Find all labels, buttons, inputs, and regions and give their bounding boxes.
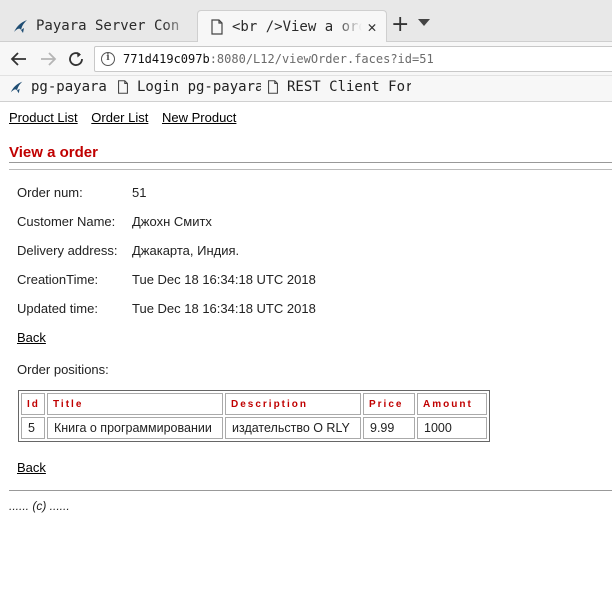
order-positions-label: Order positions: [17, 362, 109, 377]
document-icon [118, 80, 128, 94]
bookmark-login-pg-payara[interactable]: Login pg-payara [115, 79, 261, 95]
back-link[interactable]: Back [17, 330, 46, 345]
column-header-amount: Amount [417, 393, 487, 415]
page-content: Product List Order List New Product View… [0, 102, 612, 595]
bookmark-label: REST Client For [287, 79, 411, 95]
table-row: 5 Книга о программировании издательство … [21, 417, 487, 439]
info-icon[interactable]: i [101, 52, 115, 66]
new-tab-button[interactable]: + [391, 14, 409, 36]
bookmark-label: pg-payara [31, 79, 107, 95]
column-header-description: Description [225, 393, 361, 415]
navigation-toolbar: i 771d419c097b :8080/L12/viewOrder.faces… [0, 42, 612, 76]
column-header-price: Price [363, 393, 415, 415]
cell-title: Книга о программировании [47, 417, 223, 439]
back-arrow-icon[interactable] [9, 49, 29, 69]
column-header-id: Id [21, 393, 45, 415]
creation-time-value: Tue Dec 18 16:34:18 UTC 2018 [132, 272, 316, 287]
updated-time-label: Updated time: [17, 301, 98, 316]
tab-view-order[interactable]: <br />View a order ✕ [197, 10, 387, 42]
close-icon[interactable]: ✕ [362, 18, 382, 36]
delivery-address-label: Delivery address: [17, 243, 118, 258]
customer-name-value: Джохн Смитх [132, 214, 212, 229]
chevron-down-icon[interactable] [418, 19, 430, 26]
bookmark-rest-client[interactable]: REST Client For [265, 79, 411, 95]
top-menu: Product List Order List New Product [9, 110, 246, 125]
tab-payara-server[interactable]: Payara Server Con [0, 10, 194, 42]
tab-label: <br />View a order [232, 18, 362, 35]
column-header-title: Title [47, 393, 223, 415]
bookmark-pg-payara[interactable]: pg-payara [9, 79, 107, 95]
page-title: View a order [9, 144, 98, 161]
order-num-value: 51 [132, 185, 147, 200]
tab-label: Payara Server Con [36, 18, 180, 34]
cell-description: издательство O RLY [225, 417, 361, 439]
creation-time-label: CreationTime: [17, 272, 99, 287]
order-num-label: Order num: [17, 185, 83, 200]
url-path: :8080/L12/viewOrder.faces?id=51 [209, 52, 434, 66]
tab-bar: Payara Server Con <br />View a order ✕ + [0, 0, 612, 42]
cell-price: 9.99 [363, 417, 415, 439]
footer-text: ...... (c) ...... [9, 499, 70, 513]
table-header-row: Id Title Description Price Amount [21, 393, 487, 415]
bookmark-label: Login pg-payara [137, 79, 261, 95]
order-list-link[interactable]: Order List [91, 110, 148, 125]
divider [9, 162, 612, 163]
delivery-address-value: Джакарта, Индия. [132, 243, 240, 258]
updated-time-value: Tue Dec 18 16:34:18 UTC 2018 [132, 301, 316, 316]
new-product-link[interactable]: New Product [162, 110, 236, 125]
payara-icon [10, 81, 23, 94]
cell-amount: 1000 [417, 417, 487, 439]
document-icon [268, 80, 278, 94]
divider [9, 490, 612, 491]
product-list-link[interactable]: Product List [9, 110, 78, 125]
back-link-bottom[interactable]: Back [17, 460, 46, 475]
url-host: 771d419c097b [123, 52, 210, 66]
customer-name-label: Customer Name: [17, 214, 116, 229]
divider [9, 169, 612, 170]
order-positions-table: Id Title Description Price Amount 5 Книг… [18, 390, 490, 442]
forward-arrow-icon[interactable] [38, 49, 58, 69]
reload-icon[interactable] [66, 49, 86, 69]
url-bar[interactable]: i 771d419c097b :8080/L12/viewOrder.faces… [94, 46, 612, 72]
cell-id: 5 [21, 417, 45, 439]
payara-icon [14, 20, 27, 33]
document-icon [211, 18, 223, 35]
bookmarks-bar: pg-payara Login pg-payara REST Client Fo… [0, 76, 612, 102]
